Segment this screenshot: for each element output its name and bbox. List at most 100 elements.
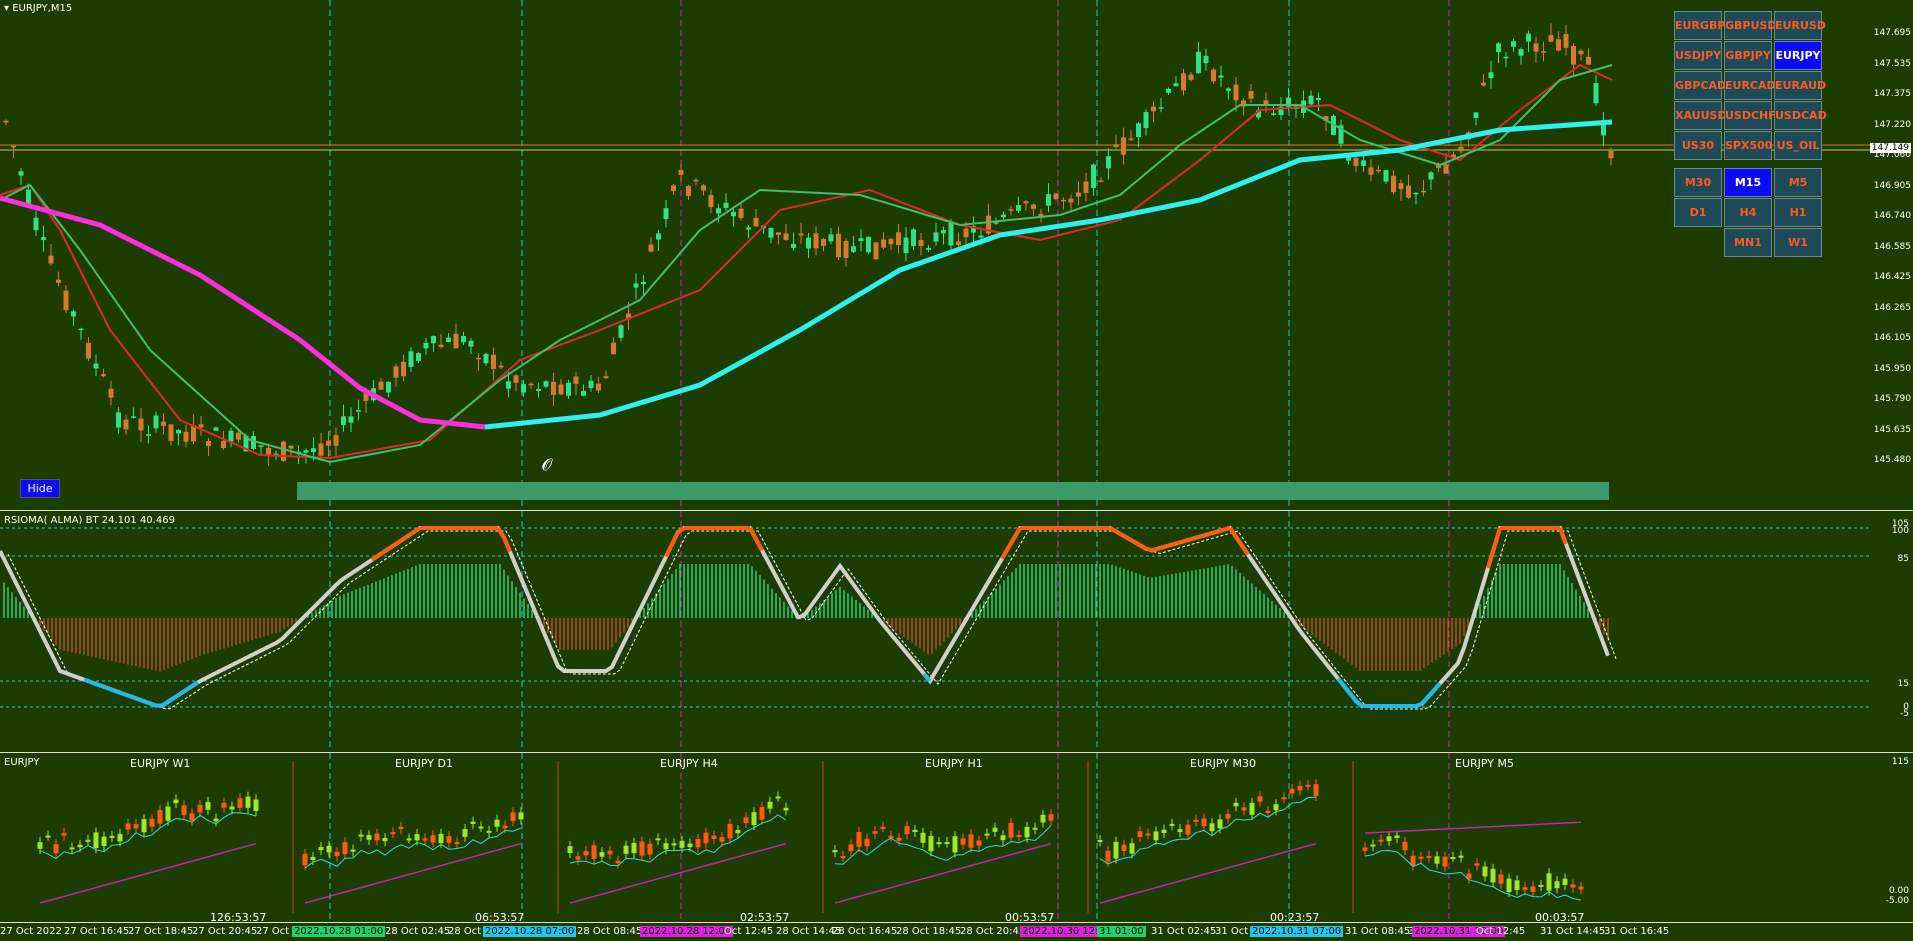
candle-body bbox=[1061, 200, 1066, 202]
rsioma-highlight bbox=[750, 528, 756, 539]
pair-button-eurjpy[interactable]: EURJPY bbox=[1774, 41, 1822, 70]
candle-body bbox=[1594, 83, 1599, 103]
time-tick-label: 2022.10.28 07:00 bbox=[483, 926, 576, 937]
multi-timeframe-pane[interactable]: EURJPY EURJPY W1126:53:57EURJPY D106:53:… bbox=[0, 752, 1913, 922]
mini-pane-title: EURJPY bbox=[4, 757, 39, 768]
candle-body bbox=[806, 238, 811, 249]
candle-body bbox=[176, 430, 181, 433]
candle-body bbox=[349, 416, 354, 422]
mini-candle-body bbox=[238, 798, 243, 808]
mini-candle-body bbox=[688, 844, 693, 848]
candle-body bbox=[829, 234, 834, 241]
pair-button-gbpjpy[interactable]: GBPJPY bbox=[1724, 41, 1772, 70]
candle-body bbox=[1136, 123, 1141, 137]
pair-button-eurcad[interactable]: EURCAD bbox=[1724, 71, 1772, 100]
mini-scale-label: 115 bbox=[1892, 757, 1909, 767]
candle-body bbox=[1421, 191, 1426, 193]
candle-body bbox=[1031, 204, 1036, 208]
pair-button-gbpusd[interactable]: GBPUSD bbox=[1724, 11, 1772, 40]
timeframe-button-h4[interactable]: H4 bbox=[1724, 198, 1772, 227]
price-tick-label: 145.950 bbox=[1874, 364, 1911, 374]
candle-body bbox=[671, 185, 676, 191]
price-chart-canvas[interactable] bbox=[0, 0, 1913, 508]
rsioma-highlight bbox=[414, 528, 420, 532]
mini-candle-body bbox=[431, 835, 436, 842]
timeframe-button-m30[interactable]: M30 bbox=[1674, 168, 1722, 197]
rsioma-highlight bbox=[96, 684, 102, 686]
candle-body bbox=[251, 436, 256, 449]
rsioma-highlight bbox=[1146, 549, 1152, 551]
candle-body bbox=[1309, 96, 1314, 105]
mini-candle-body bbox=[86, 840, 91, 842]
mini-candle-body bbox=[921, 833, 926, 843]
oscillator-pane[interactable]: RSIOMA( ALMA) BT 24.101 40.469 105100851… bbox=[0, 510, 1913, 751]
pair-button-us_oil[interactable]: US_OIL bbox=[1774, 131, 1822, 160]
candle-body bbox=[356, 410, 361, 412]
candle-body bbox=[491, 355, 496, 369]
candle-body bbox=[724, 203, 729, 208]
timeframe-button-m5[interactable]: M5 bbox=[1774, 168, 1822, 197]
candle-body bbox=[1429, 172, 1434, 179]
timeframe-button-m15[interactable]: M15 bbox=[1724, 168, 1772, 197]
pair-button-us30[interactable]: US30 bbox=[1674, 131, 1722, 160]
pair-button-eurusd[interactable]: EURUSD bbox=[1774, 11, 1822, 40]
mini-candle-body bbox=[1178, 829, 1183, 832]
rsioma-highlight bbox=[90, 682, 96, 684]
time-tick-label: 2022.10.28 01:00 bbox=[292, 926, 385, 937]
candle-body bbox=[1009, 209, 1014, 211]
mini-candle-body bbox=[1194, 820, 1199, 822]
pair-button-euraud[interactable]: EURAUD bbox=[1774, 71, 1822, 100]
candle-body bbox=[1129, 138, 1134, 140]
timeframe-button-w1[interactable]: W1 bbox=[1774, 228, 1822, 257]
pair-button-spx500[interactable]: SPX500 bbox=[1724, 131, 1772, 160]
mini-candle-body bbox=[704, 833, 709, 844]
pair-button-eurgbp[interactable]: EURGBP bbox=[1674, 11, 1722, 40]
mini-candle-body bbox=[873, 831, 878, 834]
mini-candle-body bbox=[1226, 814, 1231, 819]
candle-body bbox=[529, 384, 534, 386]
candle-body bbox=[229, 431, 234, 442]
candle-body bbox=[686, 186, 691, 196]
pair-button-gbpcad[interactable]: GBPCAD bbox=[1674, 71, 1722, 100]
candle-body bbox=[259, 445, 264, 447]
mini-candle-body bbox=[1443, 857, 1448, 867]
candle-body bbox=[1271, 113, 1276, 115]
mini-candle-body bbox=[150, 819, 155, 827]
rsioma-highlight bbox=[186, 686, 192, 690]
mini-candle-body bbox=[784, 808, 789, 811]
price-scale[interactable]: 147.695147.535147.375147.220147.060146.9… bbox=[1873, 0, 1913, 508]
oscillator-canvas[interactable] bbox=[0, 511, 1913, 751]
candle-body bbox=[1384, 170, 1389, 181]
timeframe-button-h1[interactable]: H1 bbox=[1774, 198, 1822, 227]
pair-button-xauusd[interactable]: XAUUSD bbox=[1674, 101, 1722, 130]
mini-candle-body bbox=[62, 833, 67, 836]
osc-scale-label: 85 bbox=[1898, 554, 1909, 564]
candle-body bbox=[1226, 88, 1231, 90]
candle-body bbox=[716, 208, 721, 213]
mini-candle-body bbox=[969, 834, 974, 847]
time-tick-label: 2022.10.31 07:00 bbox=[1250, 926, 1343, 937]
main-chart-pane[interactable]: ▾ EURJPY,M15 Hide 𝓞 147.695147.535147.37… bbox=[0, 0, 1913, 508]
mini-candle-body bbox=[897, 838, 902, 841]
timeframe-button-mn1[interactable]: MN1 bbox=[1724, 228, 1772, 257]
timeframe-button-d1[interactable]: D1 bbox=[1674, 198, 1722, 227]
candle-body bbox=[1099, 180, 1104, 182]
hide-button[interactable]: Hide bbox=[20, 479, 60, 498]
time-axis[interactable]: 27 Oct 202227 Oct 16:4527 Oct 18:4527 Oc… bbox=[0, 922, 1913, 941]
candle-body bbox=[1526, 34, 1531, 42]
pair-button-usdjpy[interactable]: USDJPY bbox=[1674, 41, 1722, 70]
candle-body bbox=[1534, 43, 1539, 51]
mini-candle-body bbox=[383, 838, 388, 841]
mini-candle-body bbox=[1001, 835, 1006, 840]
time-tick-label: 28 Oct 08:45 bbox=[577, 926, 642, 937]
candle-body bbox=[506, 381, 511, 388]
candle-body bbox=[101, 374, 106, 376]
pair-button-usdcad[interactable]: USDCAD bbox=[1774, 101, 1822, 130]
time-tick-label: 31 Oct 14:45 bbox=[1540, 926, 1605, 937]
time-tick-label: 31 01:00 bbox=[1097, 926, 1146, 937]
candle-body bbox=[4, 121, 9, 123]
pair-button-usdchf[interactable]: USDCHF bbox=[1724, 101, 1772, 130]
multi-timeframe-canvas[interactable] bbox=[0, 753, 1913, 922]
candle-body bbox=[926, 248, 931, 250]
mini-candle-body bbox=[1483, 867, 1488, 877]
